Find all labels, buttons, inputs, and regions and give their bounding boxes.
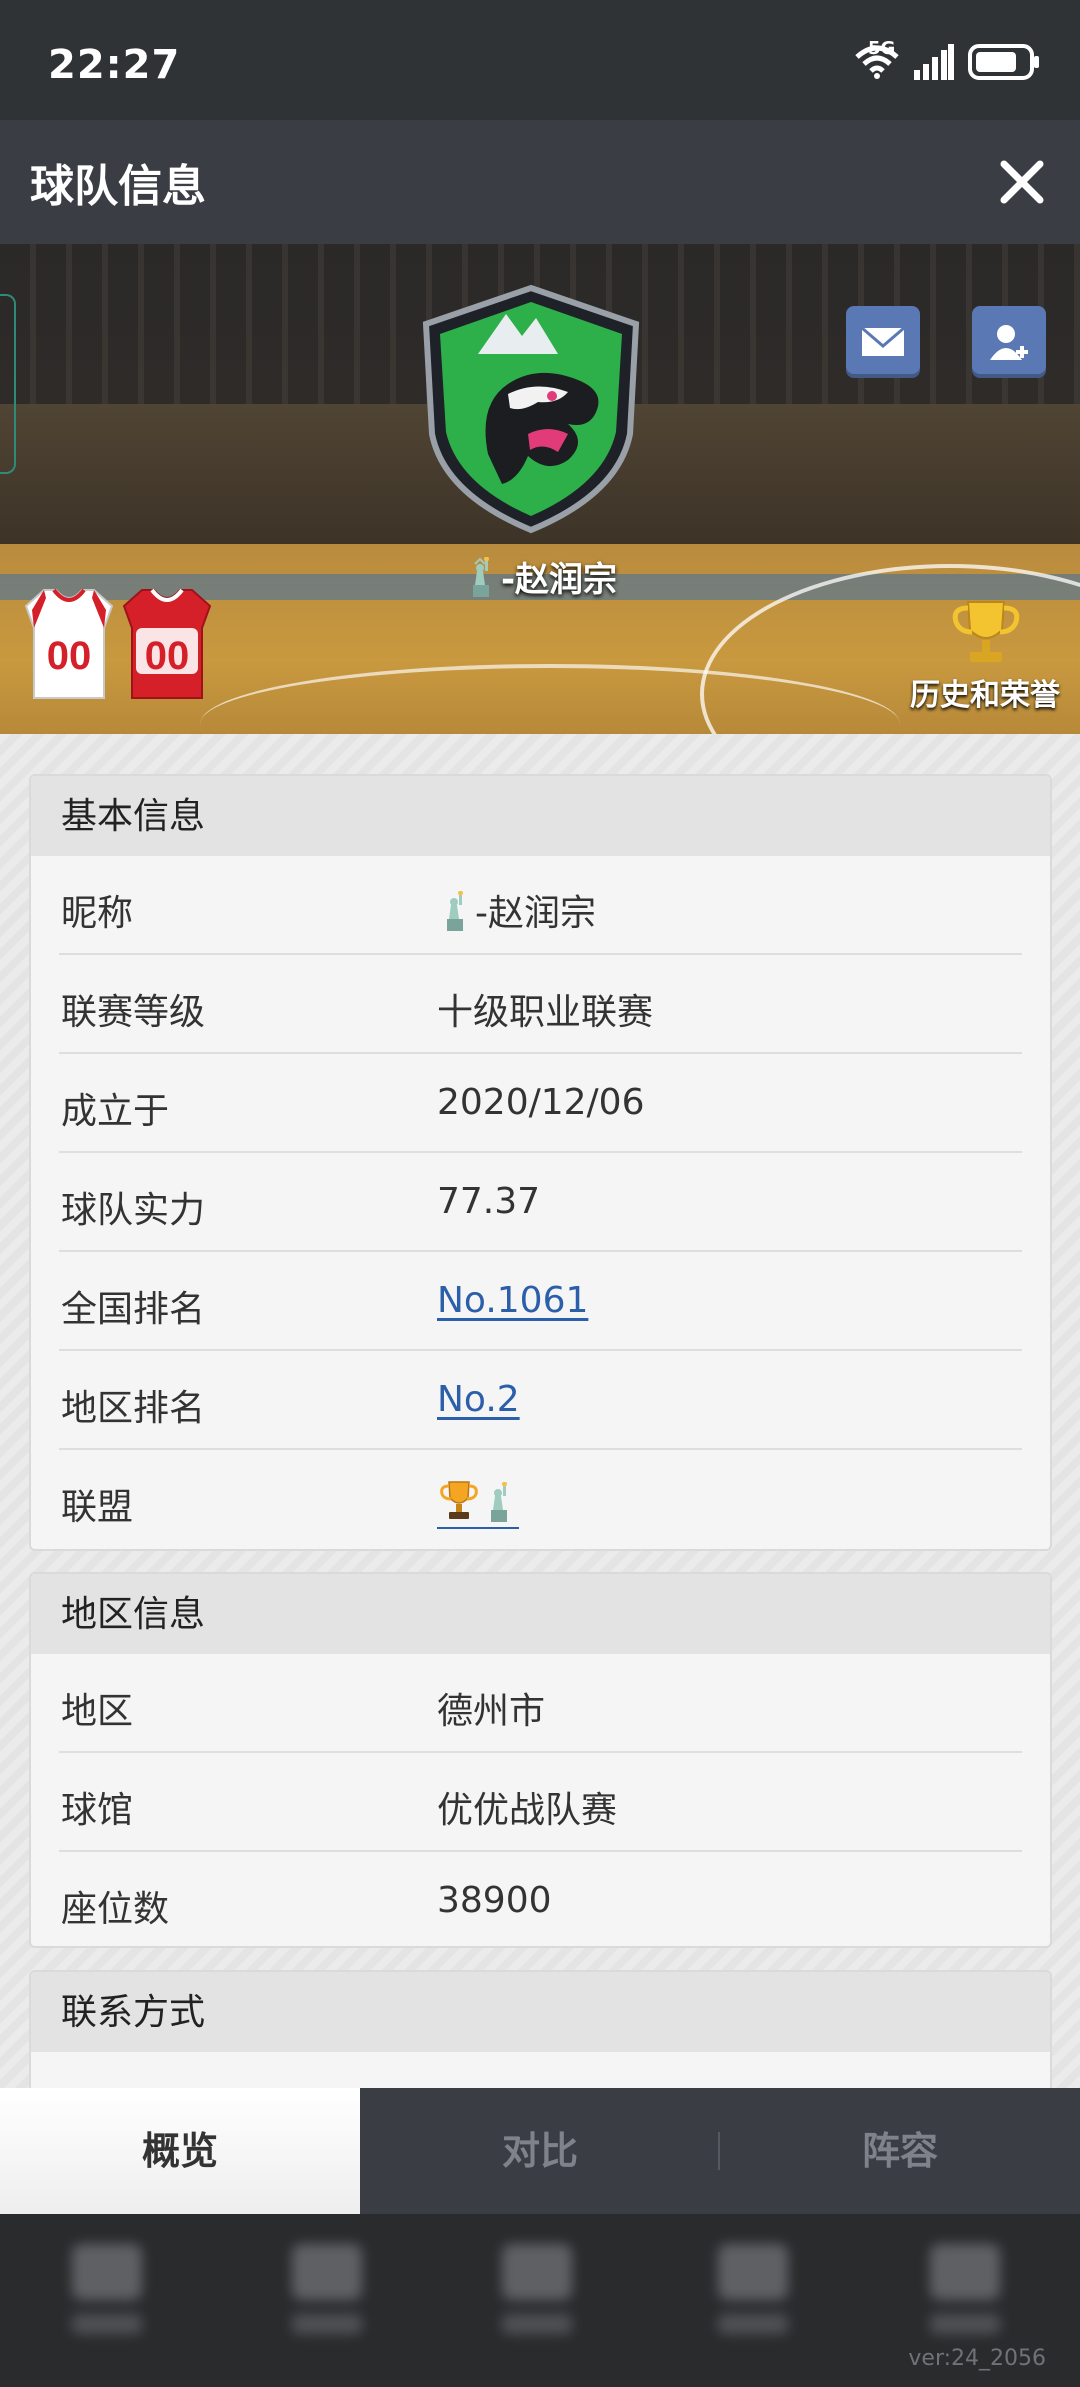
row-value: 德州市 bbox=[437, 1691, 546, 1732]
card-title: 地区信息 bbox=[31, 1574, 1050, 1654]
info-row-national-rank: 全国排名 No.1061 bbox=[59, 1252, 1022, 1351]
history-honors-button[interactable]: 历史和荣誉 bbox=[890, 592, 1080, 722]
national-rank-link[interactable]: No.1061 bbox=[437, 1280, 588, 1321]
battery-icon bbox=[968, 44, 1040, 80]
row-label: 球队实力 bbox=[61, 1190, 206, 1231]
info-row-seats: 座位数 38900 bbox=[59, 1852, 1022, 1946]
row-label: 座位数 bbox=[61, 1889, 170, 1930]
close-button[interactable] bbox=[996, 156, 1048, 208]
statue-of-liberty-icon bbox=[437, 890, 471, 931]
row-label: 地区排名 bbox=[61, 1388, 206, 1429]
nickname-value: -赵润宗 bbox=[437, 884, 596, 936]
trophy-icon bbox=[952, 601, 1020, 662]
page-title: 球队信息 bbox=[30, 161, 206, 212]
blurred-nav-item bbox=[930, 2244, 1000, 2344]
blurred-nav-item bbox=[718, 2244, 788, 2344]
tab-compare[interactable]: 对比 bbox=[360, 2088, 720, 2214]
statue-of-liberty-icon bbox=[463, 556, 497, 597]
team-name-text: -赵润宗 bbox=[500, 560, 618, 600]
nickname-text: -赵润宗 bbox=[475, 893, 596, 934]
team-hero-banner: -赵润宗 00 00 历史和荣誉 bbox=[0, 244, 1080, 734]
version-label: ver:24_2056 bbox=[908, 2346, 1046, 2371]
tab-roster[interactable]: 阵容 bbox=[720, 2088, 1080, 2214]
jersey-number: 00 bbox=[144, 634, 190, 678]
bottom-nav-blurred: ver:24_2056 bbox=[0, 2214, 1080, 2387]
alliance-value[interactable] bbox=[437, 1478, 519, 1529]
row-value: 十级职业联赛 bbox=[437, 992, 654, 1033]
team-logo bbox=[418, 284, 644, 534]
trophy-icon bbox=[437, 1478, 481, 1522]
row-value: 77.37 bbox=[437, 1181, 541, 1222]
region-info-card: 地区信息 地区 德州市 球馆 优优战队赛 座位数 38900 bbox=[29, 1572, 1052, 1948]
add-friend-icon bbox=[990, 325, 1028, 360]
statue-of-liberty-icon bbox=[481, 1481, 515, 1522]
info-row-alliance: 联盟 bbox=[59, 1450, 1022, 1549]
blurred-nav-item bbox=[502, 2244, 572, 2344]
mail-icon bbox=[861, 326, 905, 356]
add-friend-button[interactable] bbox=[972, 306, 1046, 378]
info-row-league-level: 联赛等级 十级职业联赛 bbox=[59, 955, 1022, 1054]
signal-icon: 5G bbox=[868, 38, 954, 80]
title-bar: 球队信息 bbox=[0, 120, 1080, 244]
card-title: 联系方式 bbox=[31, 1972, 1050, 2052]
tab-overview[interactable]: 概览 bbox=[0, 2088, 360, 2214]
region-rank-link[interactable]: No.2 bbox=[437, 1379, 520, 1420]
row-value: 38900 bbox=[437, 1880, 552, 1921]
side-drawer-handle[interactable] bbox=[0, 294, 16, 474]
info-row-team-strength: 球队实力 77.37 bbox=[59, 1153, 1022, 1252]
row-label: 昵称 bbox=[61, 893, 134, 934]
row-label: 球馆 bbox=[61, 1790, 134, 1831]
mail-button[interactable] bbox=[846, 306, 920, 378]
status-bar: 22:27 5G bbox=[0, 0, 1080, 120]
blurred-nav-item bbox=[72, 2244, 142, 2344]
row-label: 联盟 bbox=[61, 1487, 134, 1528]
status-time: 22:27 bbox=[48, 42, 181, 88]
network-label: 5G bbox=[868, 38, 896, 59]
info-row-nickname: 昵称 -赵润宗 bbox=[59, 856, 1022, 955]
blurred-nav-item bbox=[292, 2244, 362, 2344]
row-label: 地区 bbox=[61, 1691, 134, 1732]
close-icon bbox=[1000, 160, 1044, 204]
honor-label: 历史和荣誉 bbox=[910, 678, 1060, 713]
status-icons: 5G bbox=[854, 38, 1040, 80]
jersey-number: 00 bbox=[46, 634, 92, 678]
info-row-arena: 球馆 优优战队赛 bbox=[59, 1753, 1022, 1852]
tab-bar: 概览 对比 阵容 bbox=[0, 2088, 1080, 2214]
row-label: 全国排名 bbox=[61, 1289, 206, 1330]
jersey-badge[interactable]: 00 bbox=[122, 588, 212, 700]
team-info-content[interactable]: 基本信息 昵称 -赵润宗 联赛等级 十级职业联赛 成立于 2020/12/06 … bbox=[0, 734, 1080, 2088]
info-row-region-rank: 地区排名 No.2 bbox=[59, 1351, 1022, 1450]
card-title: 基本信息 bbox=[31, 776, 1050, 856]
jersey-badge[interactable]: 00 bbox=[24, 588, 114, 700]
contact-info-card: 联系方式 bbox=[29, 1970, 1052, 2088]
info-row-founded: 成立于 2020/12/06 bbox=[59, 1054, 1022, 1153]
row-label: 成立于 bbox=[61, 1091, 170, 1132]
info-row-region: 地区 德州市 bbox=[59, 1654, 1022, 1753]
row-value: 2020/12/06 bbox=[437, 1082, 645, 1123]
tab-label: 对比 bbox=[501, 2129, 578, 2173]
basic-info-card: 基本信息 昵称 -赵润宗 联赛等级 十级职业联赛 成立于 2020/12/06 … bbox=[29, 774, 1052, 1551]
row-label: 联赛等级 bbox=[61, 992, 206, 1033]
row-value: 优优战队赛 bbox=[437, 1790, 618, 1831]
